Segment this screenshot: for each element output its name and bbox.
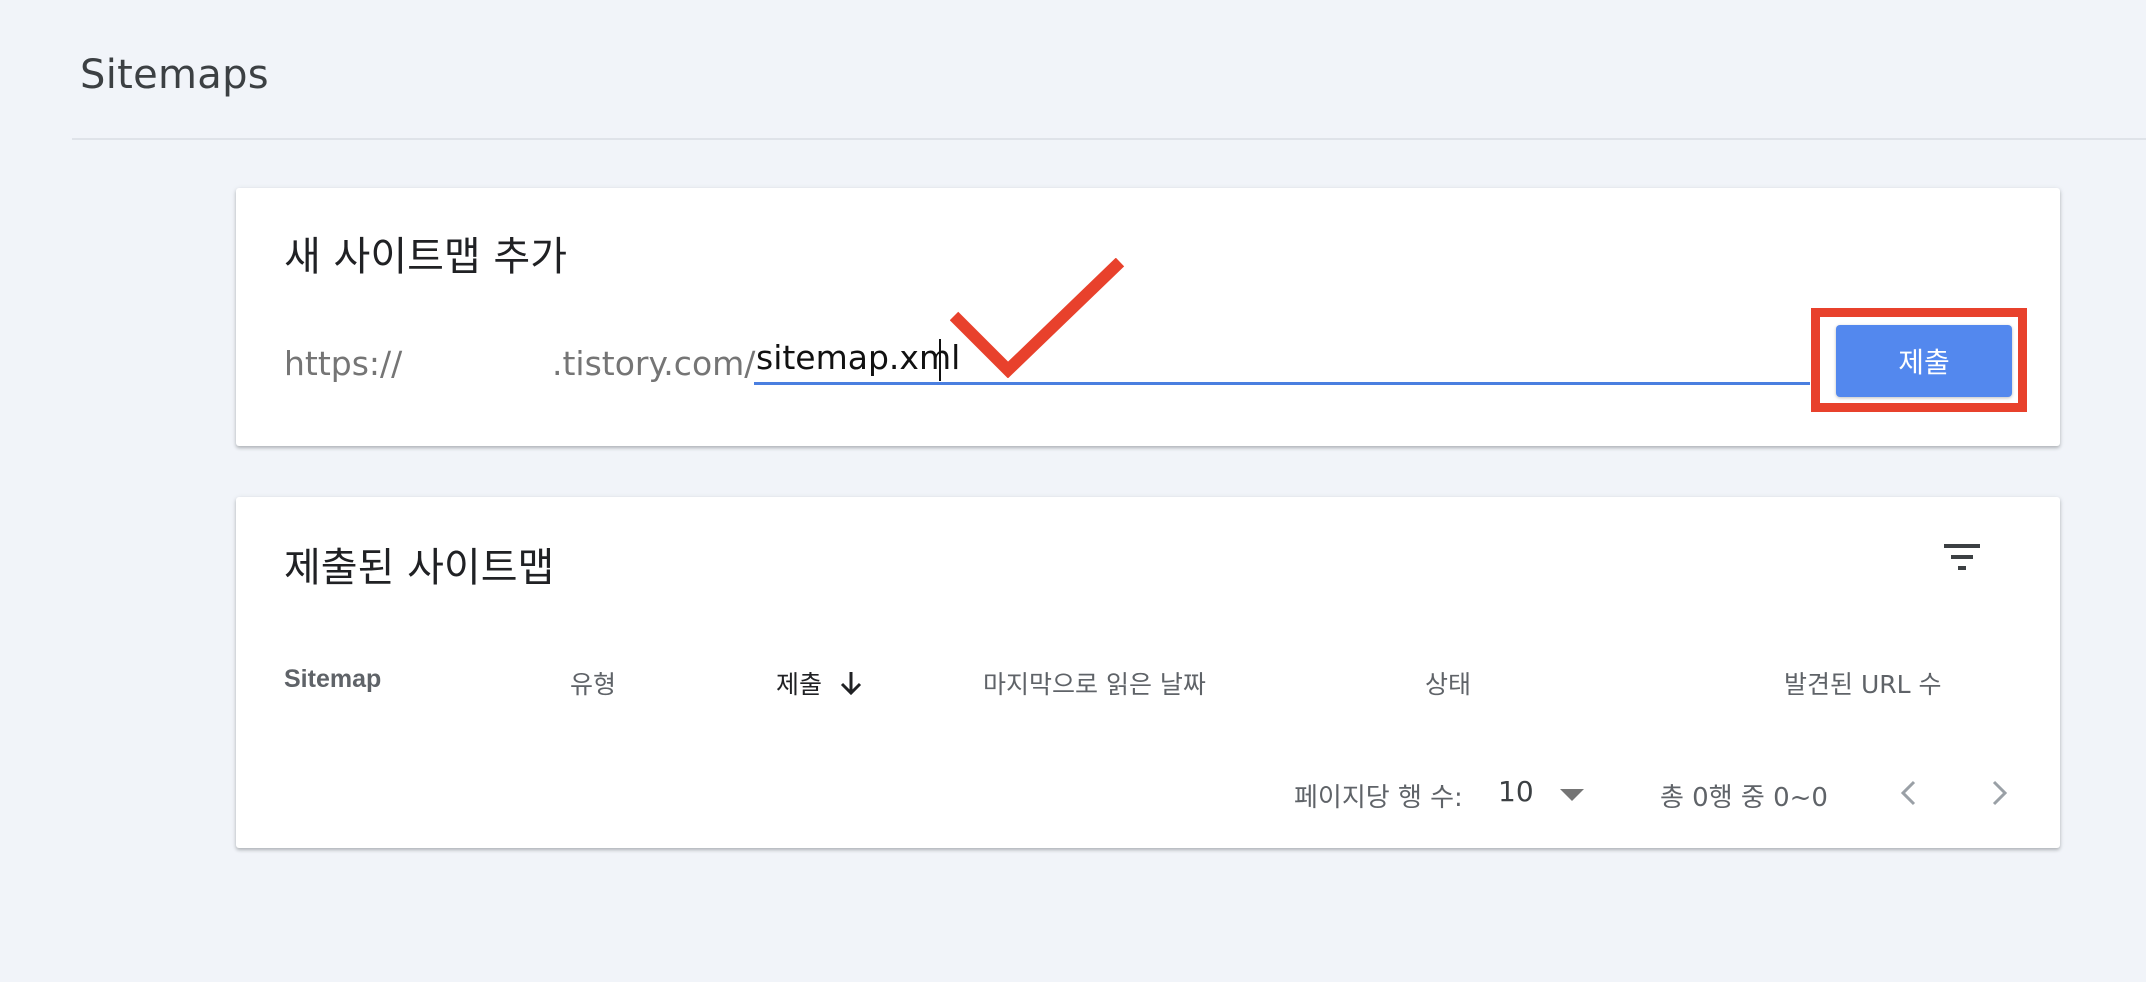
add-sitemap-card: 새 사이트맵 추가 https:// .tistory.com/	[236, 188, 2060, 446]
column-header-submitted[interactable]: 제출	[776, 665, 862, 701]
submitted-sitemaps-card: 제출된 사이트맵 Sitemap 유형 제출 마지막으로 읽은 날짜 상태 발견…	[236, 497, 2060, 848]
rows-per-page-label: 페이지당 행 수:	[1294, 783, 1463, 813]
sort-down-arrow-icon	[840, 672, 862, 696]
add-sitemap-heading: 새 사이트맵 추가	[284, 234, 568, 280]
text-cursor	[939, 339, 941, 381]
pagination-range: 총 0행 중 0~0	[1660, 783, 1828, 813]
dropdown-caret-icon	[1560, 789, 1584, 801]
search-console-sitemaps-page: Sitemaps 새 사이트맵 추가 https:// .tistory.com…	[0, 0, 2146, 982]
column-header-status[interactable]: 상태	[1425, 665, 1471, 701]
column-header-discovered-urls[interactable]: 발견된 URL 수	[1784, 665, 1942, 701]
column-header-type[interactable]: 유형	[570, 665, 616, 701]
rows-per-page-value: 10	[1498, 775, 1534, 808]
submitted-sitemaps-heading: 제출된 사이트맵	[284, 545, 555, 591]
url-domain: .tistory.com/	[552, 344, 756, 383]
chevron-right-icon[interactable]	[1980, 775, 2016, 811]
column-header-last-read[interactable]: 마지막으로 읽은 날짜	[983, 665, 1206, 701]
sitemap-url-input[interactable]	[754, 334, 1810, 385]
column-header-sitemap[interactable]: Sitemap	[284, 665, 381, 694]
page-title: Sitemaps	[80, 52, 269, 98]
chevron-left-icon[interactable]	[1892, 775, 1928, 811]
url-prefix: https://	[284, 344, 403, 383]
submit-button[interactable]: 제출	[1836, 325, 2012, 397]
title-divider	[72, 138, 2146, 140]
rows-per-page-select[interactable]: 10	[1498, 775, 1608, 811]
column-header-submitted-label: 제출	[776, 670, 823, 699]
filter-icon[interactable]	[1942, 539, 1986, 575]
